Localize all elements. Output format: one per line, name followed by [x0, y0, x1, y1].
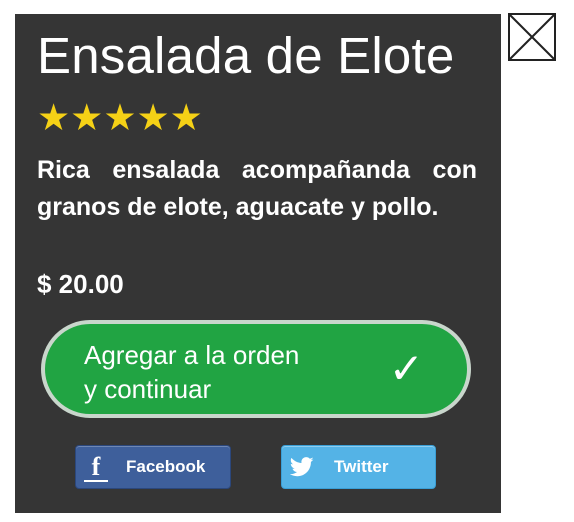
facebook-icon: f: [84, 452, 108, 482]
product-price: $ 20.00: [37, 269, 124, 299]
add-to-order-label: Agregar a la orden y continuar: [84, 338, 374, 406]
product-card: Ensalada de Elote ★★★★★ Rica ensalada ac…: [15, 14, 501, 513]
add-to-order-button[interactable]: Agregar a la orden y continuar ✓: [41, 320, 471, 418]
product-title: Ensalada de Elote: [37, 27, 455, 84]
star-rating: ★★★★★: [37, 96, 203, 139]
facebook-label: Facebook: [126, 457, 206, 476]
add-to-order-label-line2: y continuar: [84, 374, 212, 404]
twitter-label: Twitter: [334, 457, 389, 476]
twitter-share-button[interactable]: Twitter: [281, 445, 436, 489]
facebook-share-button[interactable]: f Facebook: [75, 445, 231, 489]
twitter-icon: [290, 457, 314, 477]
close-icon[interactable]: [508, 13, 556, 61]
add-to-order-label-line1: Agregar a la orden: [84, 340, 300, 370]
product-description: Rica ensalada acompañanda con granos de …: [37, 156, 477, 221]
checkmark-icon: ✓: [388, 344, 424, 393]
